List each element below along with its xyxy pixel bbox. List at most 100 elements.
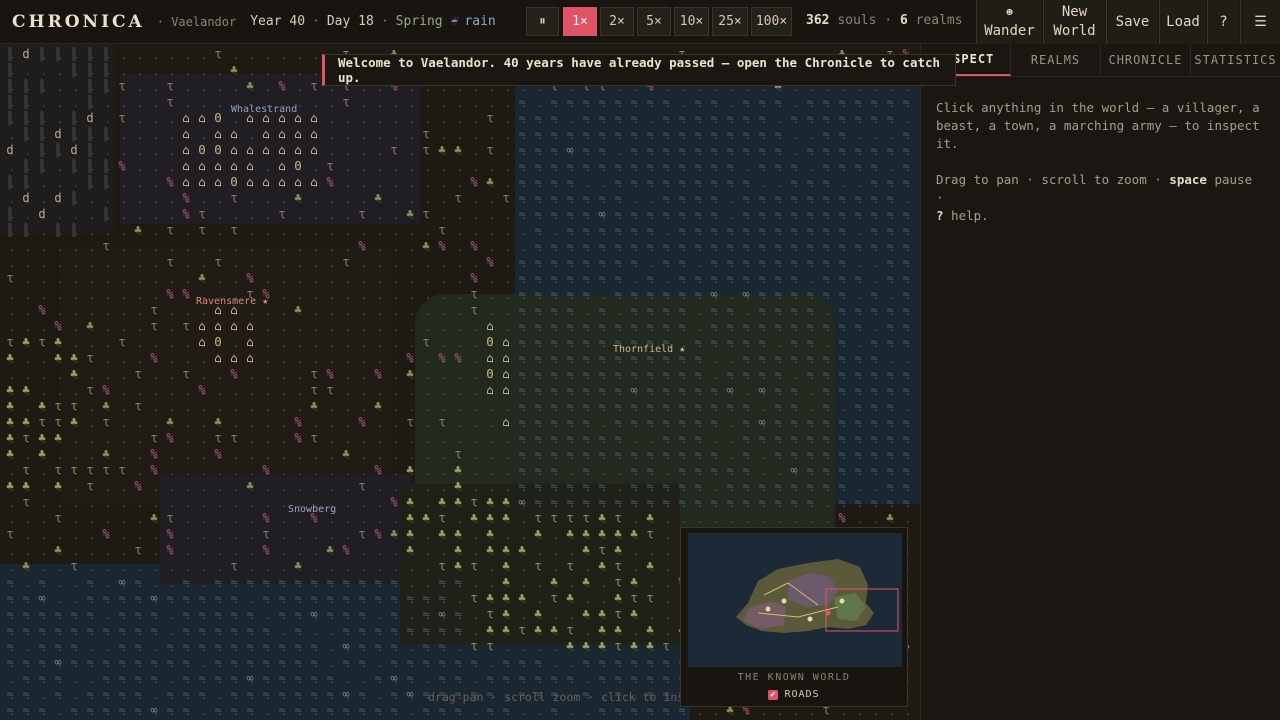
water-wave-icon: ≈ bbox=[902, 479, 910, 493]
water-wave-icon: ≈ bbox=[710, 255, 718, 269]
shrub-icon: τ bbox=[230, 431, 238, 445]
house-icon: ⌂ bbox=[246, 351, 254, 365]
water-wave-icon: ≈ bbox=[326, 687, 334, 701]
speed-1x-button[interactable]: 1× bbox=[563, 7, 597, 36]
water-wave-icon: ≈ bbox=[614, 383, 622, 397]
water-wave-icon: ≈ bbox=[614, 495, 622, 509]
water-wave-icon: ≈ bbox=[854, 319, 862, 333]
town-label-snowberg[interactable]: Snowberg bbox=[285, 504, 339, 515]
water-wave-icon: ≈ bbox=[886, 415, 894, 429]
water-wave-icon: ≈ bbox=[294, 623, 302, 637]
load-button[interactable]: Load bbox=[1159, 0, 1206, 44]
water-wave-icon: ≈ bbox=[550, 399, 558, 413]
water-wave-icon: ≈ bbox=[646, 223, 654, 237]
water-wave-icon: ≈ bbox=[614, 239, 622, 253]
water-wave-icon: ≈ bbox=[694, 127, 702, 141]
water-wave-icon: ≈ bbox=[102, 623, 110, 637]
minimap-panel[interactable]: THE KNOWN WORLD ✔ ROADS bbox=[680, 527, 908, 707]
water-wave-icon: ≈ bbox=[518, 671, 526, 685]
water-wave-icon: ≈ bbox=[582, 399, 590, 413]
sea-creature-icon: ∞ bbox=[406, 687, 414, 701]
roads-toggle[interactable]: ✔ ROADS bbox=[681, 689, 907, 700]
sea-creature-icon: ∞ bbox=[118, 575, 126, 589]
speed-10x-button[interactable]: 10× bbox=[674, 7, 709, 36]
town-label-thornfield[interactable]: Thornfield ★ bbox=[610, 344, 688, 355]
house-icon: ⌂ bbox=[182, 127, 190, 141]
water-wave-icon: ≈ bbox=[390, 687, 398, 701]
tree-icon: ♣ bbox=[6, 447, 14, 461]
water-wave-icon: ≈ bbox=[902, 383, 910, 397]
water-wave-icon: ≈ bbox=[38, 671, 46, 685]
water-wave-icon: ≈ bbox=[694, 351, 702, 365]
minimap-town-marker[interactable] bbox=[839, 598, 845, 604]
menu-button[interactable]: ☰ bbox=[1240, 0, 1280, 44]
house-icon: ⌂ bbox=[294, 175, 302, 189]
water-wave-icon: ≈ bbox=[774, 303, 782, 317]
water-wave-icon: ≈ bbox=[790, 287, 798, 301]
speed-2x-button[interactable]: 2× bbox=[600, 7, 634, 36]
villager-icon: Θ bbox=[230, 175, 238, 189]
water-wave-icon: ≈ bbox=[646, 143, 654, 157]
water-wave-icon: ≈ bbox=[534, 223, 542, 237]
wander-button[interactable]: ☻ Wander bbox=[976, 0, 1042, 44]
water-wave-icon: ≈ bbox=[790, 207, 798, 221]
sapling-icon: τ bbox=[518, 623, 526, 637]
water-wave-icon: ≈ bbox=[550, 143, 558, 157]
water-wave-icon: ≈ bbox=[870, 495, 878, 509]
water-wave-icon: ≈ bbox=[790, 319, 798, 333]
minimap-town-marker[interactable] bbox=[781, 598, 787, 604]
beast-icon: d bbox=[6, 143, 14, 157]
minimap-canvas[interactable] bbox=[688, 533, 902, 667]
water-wave-icon: ≈ bbox=[598, 335, 606, 349]
water-wave-icon: ≈ bbox=[662, 143, 670, 157]
water-wave-icon: ≈ bbox=[742, 175, 750, 189]
sea-creature-icon: ∞ bbox=[310, 607, 318, 621]
water-wave-icon: ≈ bbox=[166, 639, 174, 653]
top-bar: CHRONICA · Vaelandor Year 40 · Day 18 · … bbox=[0, 0, 1280, 44]
town-label-ravensmere[interactable]: Ravensmere ★ bbox=[193, 296, 271, 307]
house-icon: ⌂ bbox=[230, 351, 238, 365]
speed-5x-button[interactable]: 5× bbox=[637, 7, 671, 36]
water-wave-icon: ≈ bbox=[326, 607, 334, 621]
pause-button[interactable]: ⏸ bbox=[526, 7, 559, 36]
town-label-whalestrand[interactable]: Whalestrand bbox=[228, 104, 300, 115]
roads-checkbox[interactable]: ✔ bbox=[768, 689, 779, 700]
sapling-icon: τ bbox=[438, 511, 446, 525]
water-wave-icon: ≈ bbox=[646, 127, 654, 141]
help-button[interactable]: ? bbox=[1207, 0, 1239, 44]
shrub-icon: τ bbox=[102, 239, 110, 253]
save-button[interactable]: Save bbox=[1106, 0, 1158, 44]
water-wave-icon: ≈ bbox=[374, 591, 382, 605]
tree-icon: ♣ bbox=[454, 559, 462, 573]
water-wave-icon: ≈ bbox=[694, 495, 702, 509]
water-wave-icon: ≈ bbox=[230, 639, 238, 653]
speed-25x-button[interactable]: 25× bbox=[712, 7, 748, 36]
water-wave-icon: ≈ bbox=[726, 479, 734, 493]
mountain-icon: ║ bbox=[70, 223, 78, 237]
flower-icon: % bbox=[102, 383, 110, 397]
speed-100x-button[interactable]: 100× bbox=[751, 7, 792, 36]
app-logo: CHRONICA bbox=[12, 11, 145, 32]
tab-statistics[interactable]: STATISTICS bbox=[1191, 44, 1280, 76]
water-wave-icon: ≈ bbox=[902, 495, 910, 509]
tab-realms[interactable]: REALMS bbox=[1011, 44, 1101, 76]
water-wave-icon: ≈ bbox=[198, 607, 206, 621]
new-world-button[interactable]: New World bbox=[1043, 0, 1105, 44]
minimap-town-marker[interactable] bbox=[765, 606, 771, 612]
minimap-town-marker[interactable] bbox=[807, 616, 813, 622]
water-wave-icon: ≈ bbox=[790, 399, 798, 413]
mountain-icon: ║ bbox=[22, 79, 30, 93]
water-wave-icon: ≈ bbox=[390, 703, 398, 717]
water-wave-icon: ≈ bbox=[838, 463, 846, 477]
tab-chronicle[interactable]: CHRONICLE bbox=[1101, 44, 1191, 76]
water-wave-icon: ≈ bbox=[598, 447, 606, 461]
water-wave-icon: ≈ bbox=[662, 159, 670, 173]
population-stats: 362 souls · 6 realms bbox=[806, 13, 963, 28]
minimap-title: THE KNOWN WORLD bbox=[737, 672, 851, 683]
water-wave-icon: ≈ bbox=[22, 671, 30, 685]
water-wave-icon: ≈ bbox=[118, 607, 126, 621]
water-wave-icon: ≈ bbox=[182, 607, 190, 621]
water-wave-icon: ≈ bbox=[662, 415, 670, 429]
water-wave-icon: ≈ bbox=[662, 495, 670, 509]
water-wave-icon: ≈ bbox=[566, 495, 574, 509]
